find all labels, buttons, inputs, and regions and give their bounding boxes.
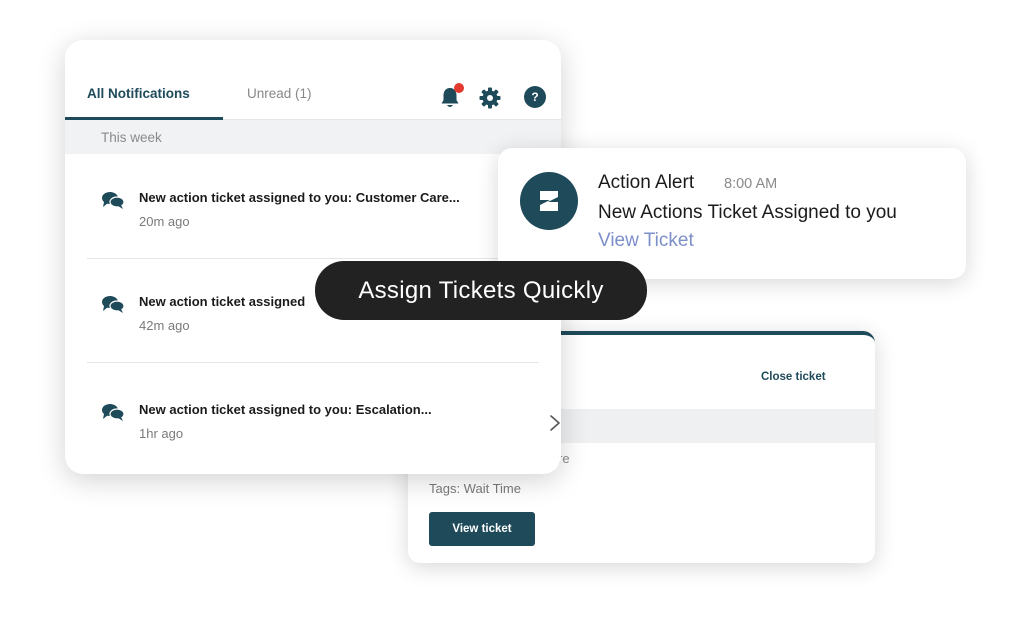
brand-logo-icon: [520, 172, 578, 230]
notification-time: 1hr ago: [139, 426, 184, 441]
gear-icon[interactable]: [478, 86, 502, 110]
ticket-tags: Tags: Wait Time: [429, 481, 521, 496]
divider: [87, 362, 539, 363]
pill-text: Assign Tickets Quickly: [358, 276, 604, 304]
action-alert-card: Action Alert 8:00 AM New Actions Ticket …: [498, 148, 966, 279]
notification-item[interactable]: New action ticket assigned to you: Custo…: [87, 154, 561, 259]
tab-all-notifications[interactable]: All Notifications: [87, 86, 190, 101]
notification-title: New action ticket assigned to you: Custo…: [139, 190, 460, 205]
notification-tabs: All Notifications Unread (1) ?: [65, 40, 561, 120]
notification-time: 20m ago: [139, 214, 190, 229]
chat-bubbles-icon: [102, 404, 125, 421]
unread-dot: [454, 83, 464, 93]
alert-time: 8:00 AM: [724, 176, 778, 192]
notification-title: New action ticket assigned to you: Escal…: [139, 402, 432, 417]
bell-icon[interactable]: [439, 83, 464, 110]
chat-bubbles-icon: [102, 296, 125, 313]
notification-item[interactable]: New action ticket assigned to you: Escal…: [87, 366, 561, 471]
view-ticket-link[interactable]: View Ticket: [598, 230, 694, 252]
help-icon[interactable]: ?: [524, 86, 548, 110]
notification-title: New action ticket assigned: [139, 294, 306, 309]
alert-message: New Actions Ticket Assigned to you: [598, 202, 897, 223]
view-ticket-button[interactable]: View ticket: [429, 512, 535, 546]
close-ticket-link[interactable]: Close ticket: [761, 371, 826, 383]
notification-time: 42m ago: [139, 318, 190, 333]
help-icon-glyph: ?: [524, 86, 546, 108]
section-label: This week: [101, 130, 162, 145]
section-header: This week: [65, 120, 561, 154]
assign-tickets-pill: Assign Tickets Quickly: [315, 261, 647, 320]
alert-title: Action Alert: [598, 172, 695, 193]
chevron-right-icon[interactable]: [549, 414, 561, 432]
tab-unread[interactable]: Unread (1): [247, 86, 312, 101]
notifications-panel: All Notifications Unread (1) ? This week…: [65, 40, 561, 474]
chat-bubbles-icon: [102, 192, 125, 209]
